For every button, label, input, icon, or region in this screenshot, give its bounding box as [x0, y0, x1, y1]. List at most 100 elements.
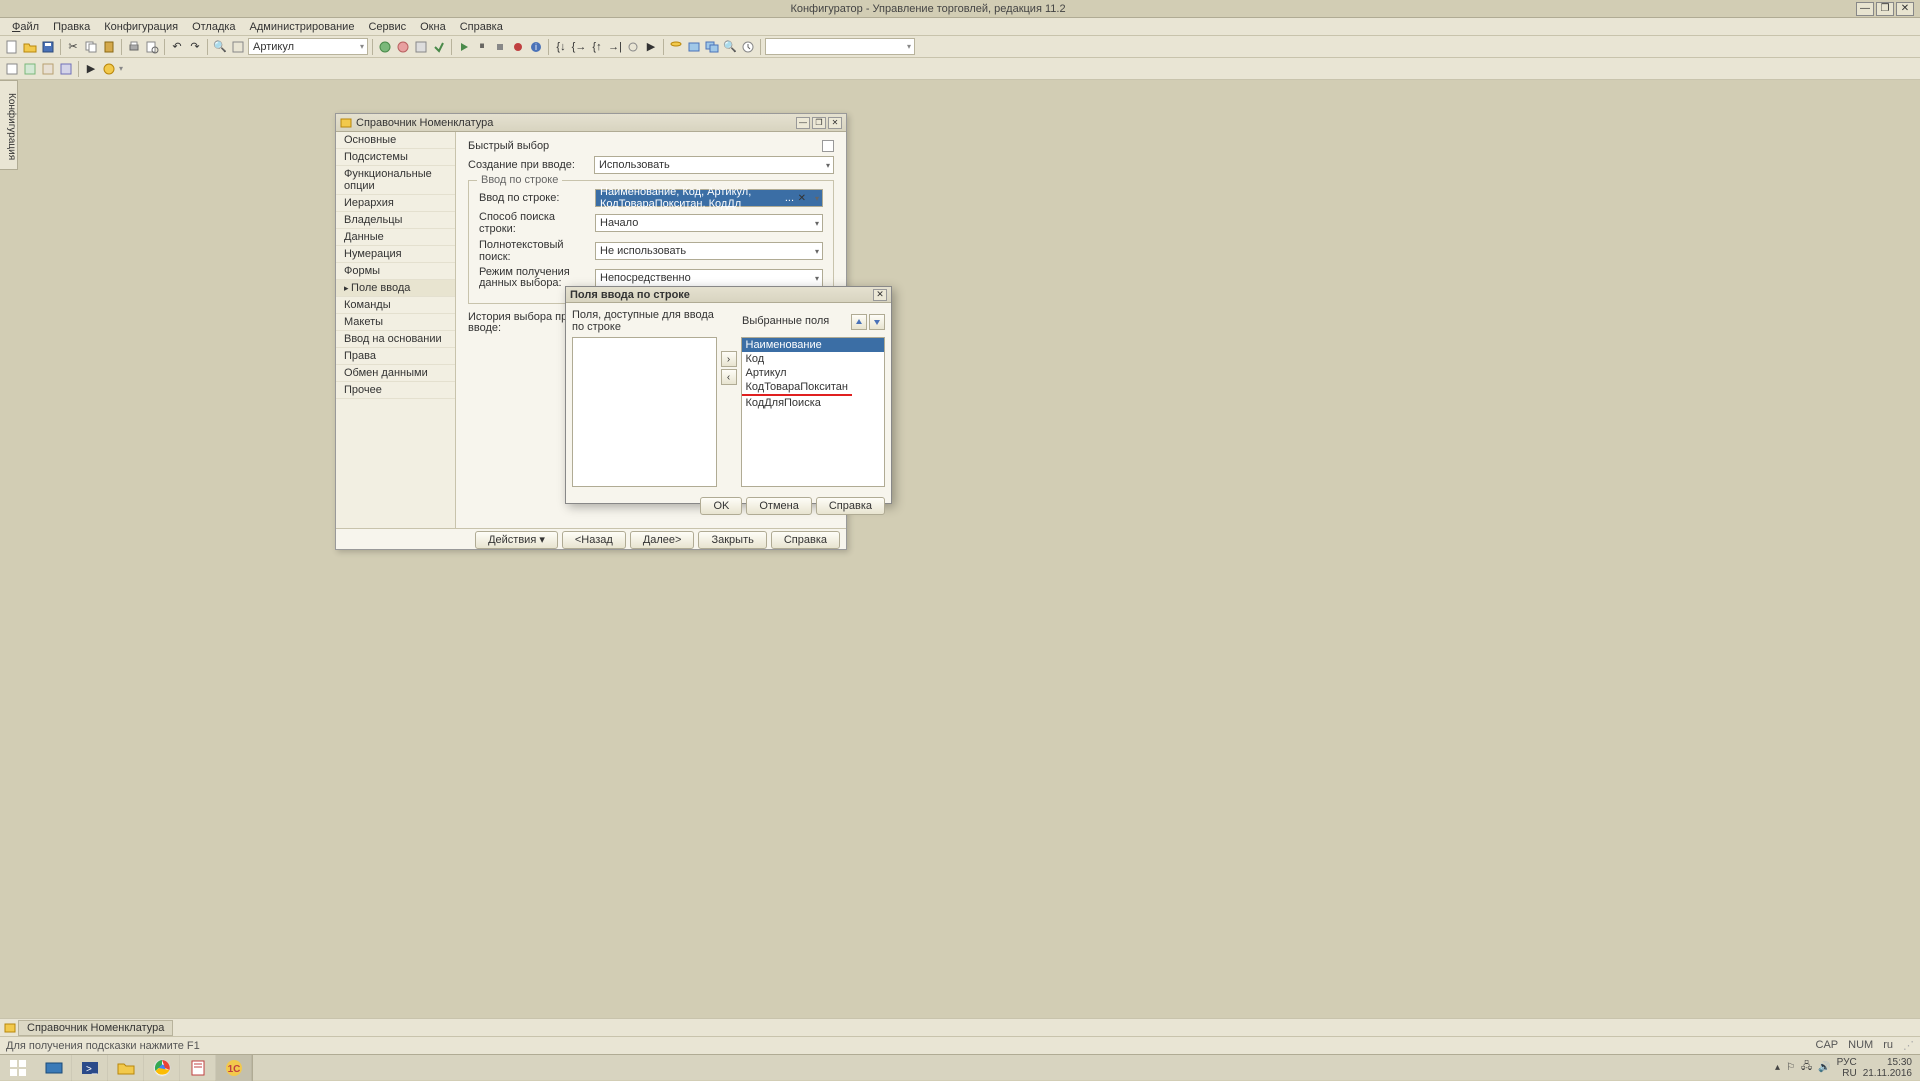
find-icon[interactable]: 🔍 [212, 39, 228, 55]
menu-edit[interactable]: Правка [47, 20, 96, 34]
nav-functional-options[interactable]: Функциональные опции [336, 166, 455, 195]
create-on-input-combo[interactable]: Использовать [594, 156, 834, 174]
nav-numbering[interactable]: Нумерация [336, 246, 455, 263]
tray-lang2[interactable]: RU [1837, 1068, 1857, 1079]
list-item[interactable]: Артикул [742, 366, 885, 380]
taskbar-powershell[interactable]: >_ [72, 1055, 108, 1081]
info-icon[interactable]: i [528, 39, 544, 55]
tb2-a-icon[interactable] [4, 61, 20, 77]
add-field-button[interactable]: › [721, 351, 737, 367]
nav-templates[interactable]: Макеты [336, 314, 455, 331]
start-button[interactable] [0, 1055, 36, 1081]
debug-stop-icon[interactable] [492, 39, 508, 55]
catalog-dialog-titlebar[interactable]: Справочник Номенклатура — ❐ ✕ [336, 114, 846, 132]
close-dialog-button[interactable]: Закрыть [698, 531, 766, 549]
fields-dialog-close-button[interactable]: ✕ [873, 289, 887, 301]
taskbar-1c[interactable]: 1C [216, 1055, 252, 1081]
taskbar-server-manager[interactable] [36, 1055, 72, 1081]
selected-fields-listbox[interactable]: Наименование Код Артикул КодТовараПоксит… [741, 337, 886, 487]
db-icon[interactable] [668, 39, 684, 55]
fulltext-combo[interactable]: Не использовать [595, 242, 823, 260]
nav-main[interactable]: Основные [336, 132, 455, 149]
copy-icon[interactable] [83, 39, 99, 55]
taskbar-notepad[interactable] [180, 1055, 216, 1081]
search-mode-combo[interactable]: Начало [595, 214, 823, 232]
remove-field-button[interactable]: ‹ [721, 369, 737, 385]
actions-button[interactable]: Действия ▾ [475, 531, 558, 549]
search-icon[interactable]: 🔍 [722, 39, 738, 55]
empty-combo[interactable] [765, 38, 915, 55]
redo-icon[interactable]: ↷ [187, 39, 203, 55]
tray-time[interactable]: 15:30 [1863, 1057, 1912, 1068]
step-into-icon[interactable]: {↓ [553, 39, 569, 55]
maximize-button[interactable]: ❐ [1876, 2, 1894, 16]
debug-pause-icon[interactable]: ⏸ [474, 39, 490, 55]
save-icon[interactable] [40, 39, 56, 55]
nav-input-field[interactable]: Поле ввода [336, 280, 455, 297]
menu-debug[interactable]: Отладка [186, 20, 241, 34]
print-preview-icon[interactable] [144, 39, 160, 55]
tray-flag-icon[interactable]: ⚐ [1786, 1062, 1795, 1073]
next-button[interactable]: Далее> [630, 531, 695, 549]
ok-button[interactable]: OK [700, 497, 742, 515]
nav-input-on-basis[interactable]: Ввод на основании [336, 331, 455, 348]
nav-rights[interactable]: Права [336, 348, 455, 365]
tray-sound-icon[interactable]: 🔊 [1818, 1062, 1830, 1073]
fields-help-button[interactable]: Справка [816, 497, 885, 515]
list-item[interactable]: КодДляПоиска [742, 396, 885, 410]
nav-subsystems[interactable]: Подсистемы [336, 149, 455, 166]
list-item[interactable]: КодТовараПокситан [742, 380, 852, 396]
dialog-minimize-button[interactable]: — [796, 117, 810, 129]
menu-admin[interactable]: Администрирование [244, 20, 361, 34]
help-button[interactable]: Справка [771, 531, 840, 549]
search-combo[interactable]: Артикул [248, 38, 368, 55]
tray-show-hidden-icon[interactable]: ▴ [1775, 1062, 1780, 1073]
cursor-icon[interactable] [625, 39, 641, 55]
menu-service[interactable]: Сервис [362, 20, 412, 34]
menu-config[interactable]: Конфигурация [98, 20, 184, 34]
tb2-c-icon[interactable] [40, 61, 56, 77]
nav-commands[interactable]: Команды [336, 297, 455, 314]
nav-forms[interactable]: Формы [336, 263, 455, 280]
clear-icon[interactable]: ✕ [798, 193, 806, 204]
breakpoint-icon[interactable] [510, 39, 526, 55]
tb-c-icon[interactable] [413, 39, 429, 55]
print-icon[interactable] [126, 39, 142, 55]
move-up-button[interactable] [851, 314, 867, 330]
run-to-icon[interactable]: →| [607, 39, 623, 55]
nav-owners[interactable]: Владельцы [336, 212, 455, 229]
available-fields-listbox[interactable] [572, 337, 717, 487]
tb2-b-icon[interactable] [22, 61, 38, 77]
nav-other[interactable]: Прочее [336, 382, 455, 399]
tb-b-icon[interactable] [395, 39, 411, 55]
fields-dialog-titlebar[interactable]: Поля ввода по строке ✕ [566, 287, 891, 303]
list-item[interactable]: Код [742, 352, 885, 366]
debug-start-icon[interactable] [456, 39, 472, 55]
minimize-button[interactable]: — [1856, 2, 1874, 16]
continue-icon[interactable]: ▶ [643, 39, 659, 55]
tb2-d-icon[interactable] [58, 61, 74, 77]
quick-select-checkbox[interactable] [822, 140, 834, 152]
goto-icon[interactable] [230, 39, 246, 55]
move-down-button[interactable] [869, 314, 885, 330]
tb2-gear-icon[interactable] [101, 61, 117, 77]
menu-file[interactable]: Файл [6, 20, 45, 34]
menu-help[interactable]: Справка [454, 20, 509, 34]
taskbar-explorer[interactable] [108, 1055, 144, 1081]
step-over-icon[interactable]: {→ [571, 39, 587, 55]
data-mode-combo[interactable]: Непосредственно [595, 269, 823, 287]
window2-icon[interactable] [704, 39, 720, 55]
nav-hierarchy[interactable]: Иерархия [336, 195, 455, 212]
nav-data[interactable]: Данные [336, 229, 455, 246]
tray-date[interactable]: 21.11.2016 [1863, 1068, 1912, 1079]
tray-network-icon[interactable]: 🖧 [1801, 1059, 1812, 1076]
clock-icon[interactable] [740, 39, 756, 55]
nav-exchange[interactable]: Обмен данными [336, 365, 455, 382]
row-input-combo[interactable]: Наименование, Код, Артикул, КодТовараПок… [595, 189, 823, 207]
back-button[interactable]: <Назад [562, 531, 626, 549]
close-button[interactable]: ✕ [1896, 2, 1914, 16]
window-icon[interactable] [686, 39, 702, 55]
paste-icon[interactable] [101, 39, 117, 55]
open-icon[interactable] [22, 39, 38, 55]
menu-windows[interactable]: Окна [414, 20, 452, 34]
